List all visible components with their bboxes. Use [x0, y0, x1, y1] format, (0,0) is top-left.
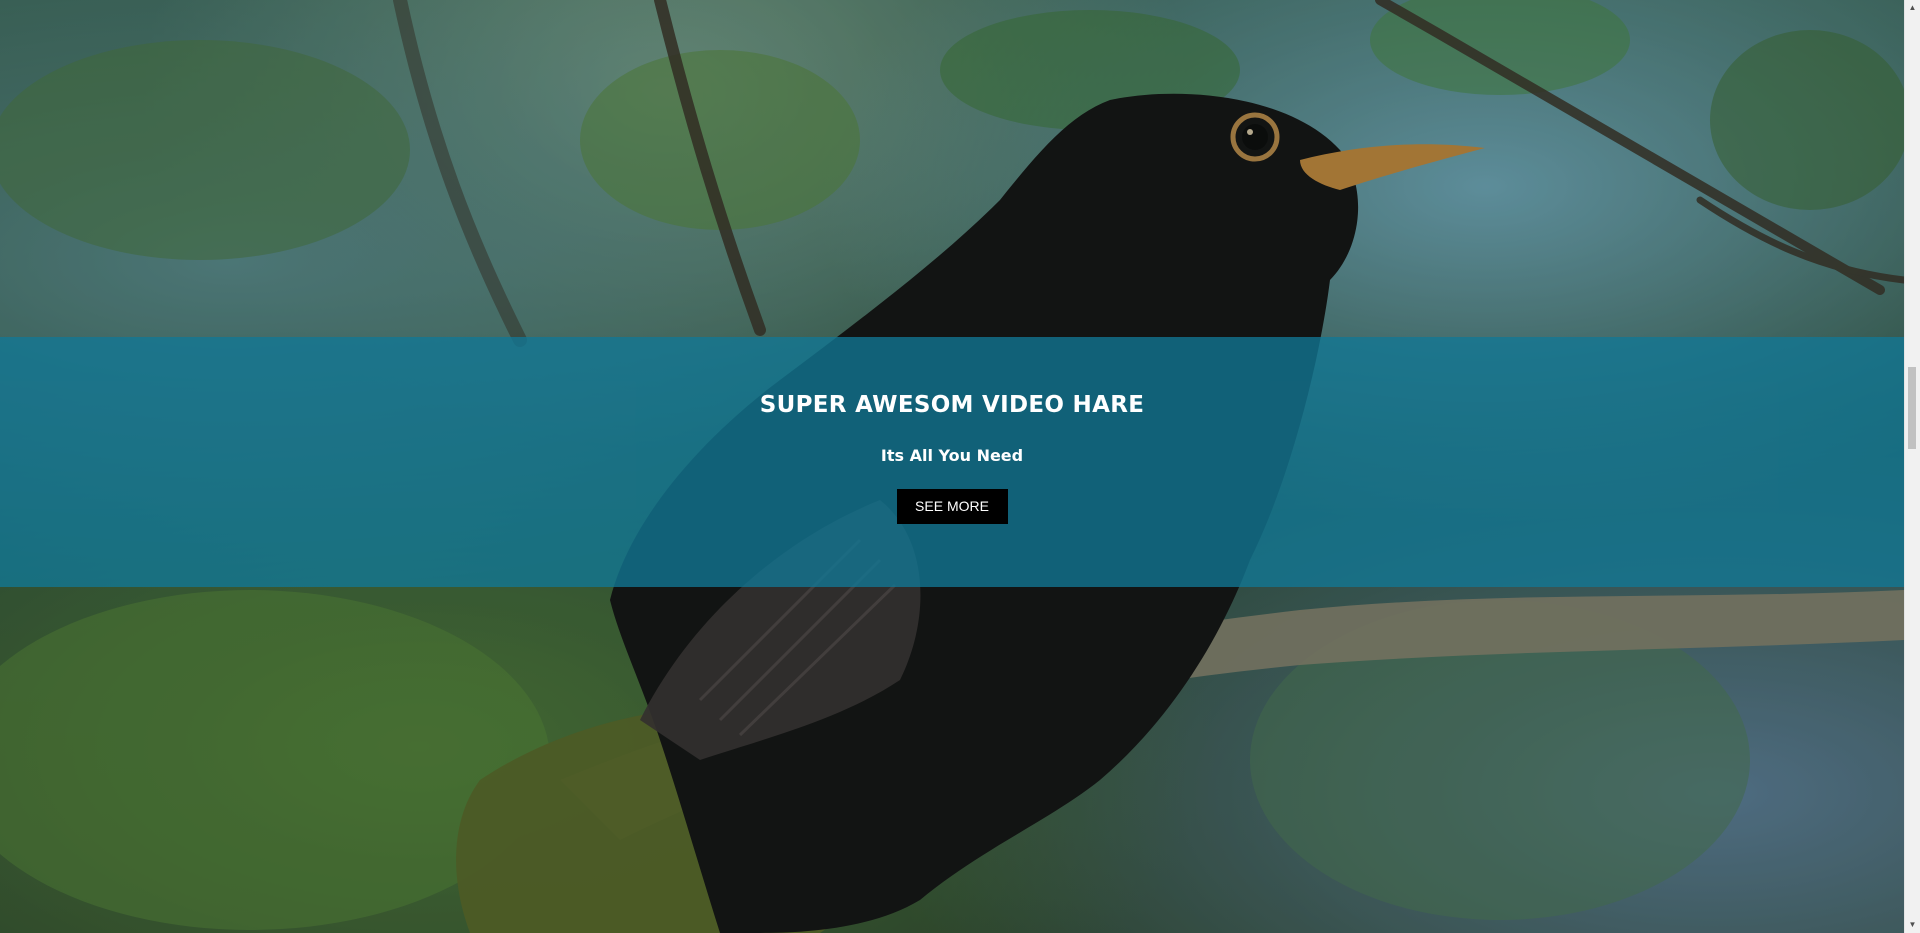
banner-title: SUPER AWESOM VIDEO HARE — [759, 392, 1145, 418]
see-more-button[interactable]: SEE MORE — [896, 489, 1008, 524]
scroll-down-arrow-icon[interactable]: ▼ — [1905, 917, 1920, 933]
scroll-up-arrow-icon[interactable]: ▲ — [1905, 0, 1920, 16]
page: SUPER AWESOM VIDEO HARE Its All You Need… — [0, 0, 1920, 933]
scroll-thumb[interactable] — [1908, 367, 1916, 449]
banner-subtitle: Its All You Need — [880, 446, 1024, 465]
hero-banner: SUPER AWESOM VIDEO HARE Its All You Need… — [0, 337, 1904, 587]
vertical-scrollbar[interactable]: ▲ ▼ — [1904, 0, 1920, 933]
